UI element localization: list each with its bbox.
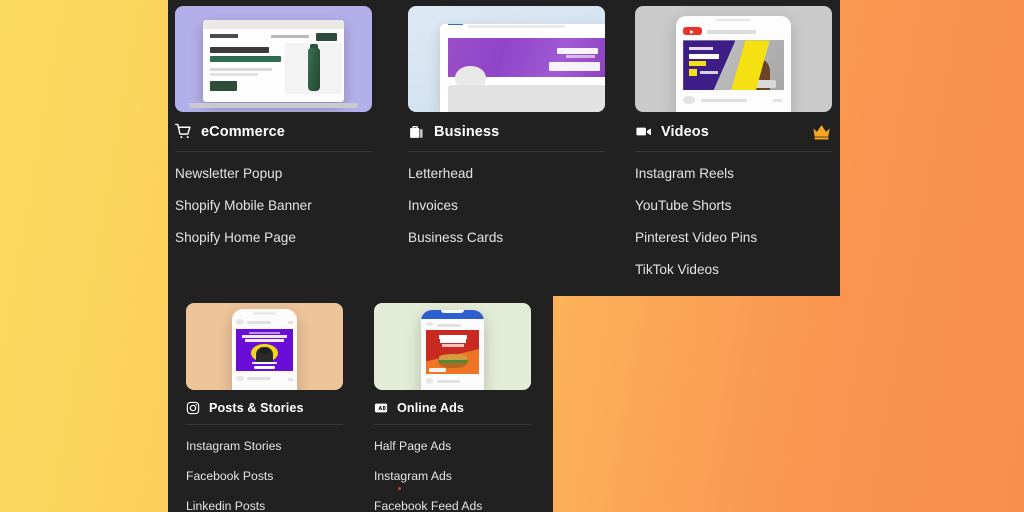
category-header-online-ads[interactable]: Online Ads [374, 401, 531, 415]
menu-column-ecommerce: eCommerce Newsletter Popup Shopify Mobil… [175, 6, 372, 254]
menu-link[interactable]: Newsletter Popup [175, 158, 372, 190]
menu-link[interactable]: Shopify Mobile Banner [175, 190, 372, 222]
shopping-cart-icon [175, 123, 192, 140]
link-list-videos: Instagram Reels YouTube Shorts Pinterest… [635, 158, 832, 286]
link-list-ecommerce: Newsletter Popup Shopify Mobile Banner S… [175, 158, 372, 254]
link-list-business: Letterhead Invoices Business Cards [408, 158, 605, 254]
thumbnail-videos[interactable] [635, 6, 832, 112]
menu-column-business: Business Letterhead Invoices Business Ca… [408, 6, 605, 254]
cursor-dot [398, 487, 401, 490]
crown-icon [811, 123, 832, 141]
thumbnail-business[interactable] [408, 6, 605, 112]
screenshot-root: eCommerce Newsletter Popup Shopify Mobil… [0, 0, 1024, 512]
menu-link[interactable]: Invoices [408, 190, 605, 222]
video-camera-icon [635, 123, 652, 140]
column-divider [635, 151, 832, 152]
ad-badge-icon [374, 401, 388, 415]
menu-link[interactable]: Shopify Home Page [175, 222, 372, 254]
menu-link[interactable]: Half Page Ads [374, 431, 531, 461]
column-divider [374, 424, 531, 425]
menu-link[interactable]: Business Cards [408, 222, 605, 254]
category-title: eCommerce [201, 123, 285, 140]
category-title: Posts & Stories [209, 401, 304, 415]
menu-link[interactable]: Linkedin Posts [186, 491, 343, 512]
category-title: Business [434, 123, 500, 140]
menu-link[interactable]: YouTube Shorts [635, 190, 832, 222]
column-divider [186, 424, 343, 425]
category-title: Online Ads [397, 401, 465, 415]
menu-link[interactable]: Pinterest Video Pins [635, 222, 832, 254]
menu-column-posts-stories: Posts & Stories Instagram Stories Facebo… [186, 303, 343, 512]
link-list-online-ads: Half Page Ads Instagram Ads Facebook Fee… [374, 431, 531, 512]
instagram-icon [186, 401, 200, 415]
category-title: Videos [661, 123, 709, 140]
category-header-business[interactable]: Business [408, 123, 605, 140]
category-header-videos[interactable]: Videos [635, 123, 832, 140]
mega-menu-grid: eCommerce Newsletter Popup Shopify Mobil… [168, 0, 1024, 512]
thumbnail-online-ads[interactable] [374, 303, 531, 390]
menu-link[interactable]: Facebook Feed Ads [374, 491, 531, 512]
menu-link[interactable]: TikTok Videos [635, 254, 832, 286]
menu-column-online-ads: Online Ads Half Page Ads Instagram Ads F… [374, 303, 531, 512]
menu-link[interactable]: Instagram Stories [186, 431, 343, 461]
column-divider [175, 151, 372, 152]
column-divider [408, 151, 605, 152]
category-header-posts-stories[interactable]: Posts & Stories [186, 401, 343, 415]
menu-column-videos: Videos Instagram Reels YouTube Shorts Pi… [635, 6, 832, 286]
briefcase-icon [408, 123, 425, 140]
thumbnail-ecommerce[interactable] [175, 6, 372, 112]
thumbnail-posts-stories[interactable] [186, 303, 343, 390]
menu-link[interactable]: Letterhead [408, 158, 605, 190]
menu-link[interactable]: Instagram Reels [635, 158, 832, 190]
menu-link[interactable]: Facebook Posts [186, 461, 343, 491]
category-header-ecommerce[interactable]: eCommerce [175, 123, 372, 140]
link-list-posts-stories: Instagram Stories Facebook Posts Linkedi… [186, 431, 343, 512]
